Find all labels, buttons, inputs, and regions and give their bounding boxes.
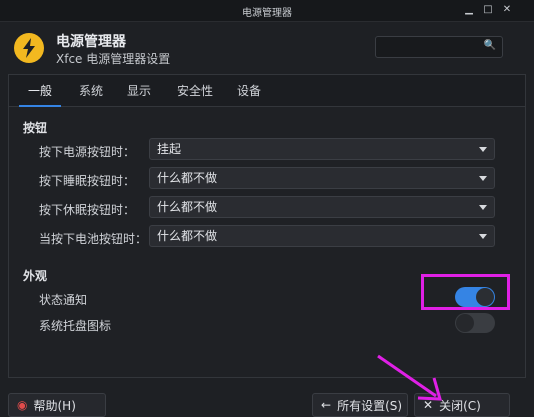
battery-button-label: 当按下电池按钮时：: [39, 232, 148, 246]
all-settings-button[interactable]: ← 所有设置(S): [312, 393, 408, 417]
all-settings-label: 所有设置(S): [337, 398, 403, 413]
tab-devices[interactable]: 设备: [229, 75, 269, 107]
help-button[interactable]: ◉ 帮助(H): [8, 393, 106, 417]
power-button-select[interactable]: 挂起: [149, 138, 495, 160]
toggle-knob: [456, 314, 474, 332]
app-subtitle: Xfce 电源管理器设置: [56, 52, 171, 66]
sleep-button-value: 什么都不做: [157, 171, 218, 185]
window-titlebar: 电源管理器 ▁ □ ✕: [0, 0, 534, 22]
tray-icon-toggle[interactable]: [455, 313, 495, 333]
tab-system[interactable]: 系统: [71, 75, 111, 107]
chevron-down-icon: [479, 147, 487, 152]
app-title: 电源管理器: [56, 34, 126, 50]
chevron-down-icon: [479, 205, 487, 210]
maximize-icon[interactable]: □: [481, 3, 495, 17]
settings-notebook: 一般 系统 显示 安全性 设备 按钮 按下电源按钮时： 挂起 按下睡眠按钮时： …: [8, 74, 526, 378]
status-notify-label: 状态通知: [39, 293, 88, 307]
close-window-icon[interactable]: ✕: [500, 3, 514, 17]
minimize-icon[interactable]: ▁: [462, 3, 476, 17]
power-button-label: 按下电源按钮时：: [39, 145, 136, 159]
annotation-highlight-box: [421, 274, 510, 310]
battery-button-select[interactable]: 什么都不做: [149, 225, 495, 247]
tab-security[interactable]: 安全性: [169, 75, 221, 107]
section-buttons-title: 按钮: [23, 121, 48, 135]
close-button-label: 关闭(C): [439, 398, 481, 413]
chevron-down-icon: [479, 176, 487, 181]
window-title: 电源管理器: [242, 8, 292, 19]
tray-icon-label: 系统托盘图标: [39, 319, 112, 333]
help-button-label: 帮助(H): [33, 398, 76, 413]
tab-general[interactable]: 一般: [19, 75, 61, 107]
help-lifebuoy-icon: ◉: [17, 398, 28, 412]
battery-button-value: 什么都不做: [157, 229, 218, 243]
hibernate-button-value: 什么都不做: [157, 200, 218, 214]
arrow-left-icon: ←: [321, 398, 332, 412]
hibernate-button-label: 按下休眠按钮时：: [39, 203, 136, 217]
hibernate-button-select[interactable]: 什么都不做: [149, 196, 495, 218]
chevron-down-icon: [479, 234, 487, 239]
sleep-button-label: 按下睡眠按钮时：: [39, 174, 136, 188]
tab-display[interactable]: 显示: [119, 75, 159, 107]
lightning-icon: [14, 33, 44, 63]
close-icon: ✕: [423, 398, 434, 412]
power-button-value: 挂起: [157, 142, 182, 156]
sleep-button-select[interactable]: 什么都不做: [149, 167, 495, 189]
section-appearance-title: 外观: [23, 269, 48, 283]
search-input[interactable]: 🔍: [375, 36, 503, 58]
search-icon: 🔍: [483, 40, 496, 51]
close-button[interactable]: ✕ 关闭(C): [414, 393, 510, 417]
app-header: 电源管理器 Xfce 电源管理器设置 🔍: [0, 22, 534, 74]
tab-bar: 一般 系统 显示 安全性 设备: [9, 75, 525, 107]
